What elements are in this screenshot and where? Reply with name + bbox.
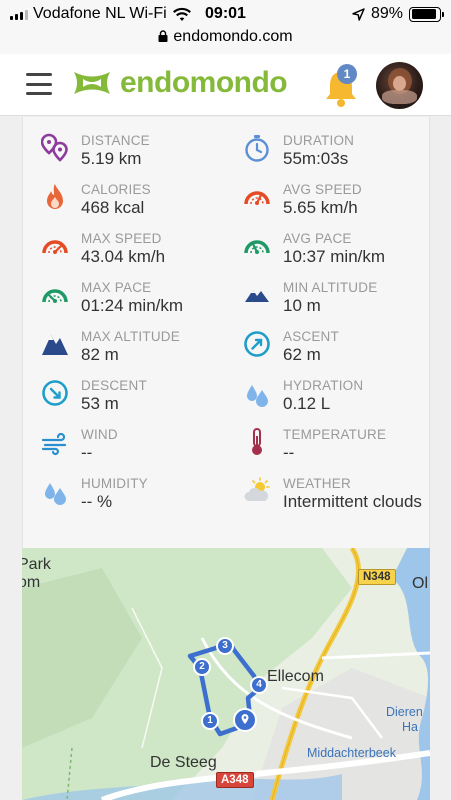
ascent-arrow-icon	[244, 331, 270, 357]
stat-label: DURATION	[283, 133, 355, 148]
distance-pins-icon	[41, 133, 68, 162]
stat-avg-speed: AVG SPEED 5.65 km/h	[243, 182, 433, 226]
stat-label: MAX ALTITUDE	[81, 329, 180, 344]
map-label-park: Park	[22, 556, 51, 573]
stat-descent: DESCENT 53 m	[41, 378, 231, 422]
stat-distance: DISTANCE 5.19 km	[41, 133, 231, 177]
stat-value: 468 kcal	[81, 198, 145, 217]
stat-label: TEMPERATURE	[283, 427, 387, 442]
stat-value: 5.19 km	[81, 149, 142, 168]
water-drops-icon	[45, 483, 66, 505]
map-label-de-steeg: De Steeg	[150, 754, 217, 771]
stopwatch-icon	[245, 135, 269, 162]
stat-weather: WEATHER Intermittent clouds	[243, 476, 433, 536]
route-marker-2[interactable]: 2	[193, 658, 211, 676]
stat-value: Intermittent clouds	[283, 492, 422, 511]
stat-value: 01:24 min/km	[81, 296, 184, 315]
map-label-middachterbeek: Middachterbeek	[307, 746, 396, 760]
under-armour-icon	[74, 72, 110, 94]
location-arrow-icon	[352, 7, 365, 21]
stat-value: 10 m	[283, 296, 321, 315]
stat-label: ASCENT	[283, 329, 339, 344]
stat-label: DESCENT	[81, 378, 147, 393]
stat-label: MAX SPEED	[81, 231, 162, 246]
map-label-ha: Ha	[402, 720, 418, 734]
stat-label: WEATHER	[283, 476, 351, 491]
stat-hydration: HYDRATION 0.12 L	[243, 378, 433, 422]
menu-icon[interactable]	[26, 73, 52, 95]
map-label-ol: Ol	[412, 575, 428, 592]
status-right: 89%	[352, 5, 444, 23]
stat-ascent: ASCENT 62 m	[243, 329, 433, 373]
stat-label: HUMIDITY	[81, 476, 148, 491]
notification-badge[interactable]: 1	[337, 64, 357, 84]
stat-label: WIND	[81, 427, 118, 442]
stat-value: 55m:03s	[283, 149, 349, 168]
stat-avg-pace: AVG PACE 10:37 min/km	[243, 231, 433, 275]
lock-icon	[158, 30, 168, 42]
stat-label: MAX PACE	[81, 280, 152, 295]
stat-wind: WIND --	[41, 427, 231, 471]
wind-icon	[41, 432, 67, 456]
stat-label: MIN ALTITUDE	[283, 280, 378, 295]
water-drops-icon	[247, 385, 268, 407]
stat-value: 5.65 km/h	[283, 198, 358, 217]
stat-value: --	[81, 443, 93, 462]
flame-icon	[47, 184, 63, 209]
road-badge-n348: N348	[358, 569, 396, 585]
url-bar[interactable]: endomondo.com	[0, 28, 451, 54]
avatar[interactable]	[376, 62, 423, 109]
status-bar: Vodafone NL Wi-Fi 09:01 89%	[0, 0, 451, 28]
thermometer-icon	[252, 428, 262, 455]
map-label-ellecom: Ellecom	[267, 668, 324, 685]
workout-stats-card: DISTANCE 5.19 km DURATION 55m:03s CALORI…	[22, 117, 430, 548]
stat-value: 53 m	[81, 394, 119, 413]
stat-max-altitude: MAX ALTITUDE 82 m	[41, 329, 231, 373]
route-marker-3[interactable]: 3	[216, 637, 234, 655]
stat-duration: DURATION 55m:03s	[243, 133, 433, 177]
stat-value: -- %	[81, 492, 113, 511]
battery-icon	[409, 6, 444, 22]
stat-temperature: TEMPERATURE --	[243, 427, 433, 471]
stat-humidity: HUMIDITY -- %	[41, 476, 231, 520]
map-label-dieren: Dieren	[386, 705, 423, 719]
mountain-low-icon	[245, 290, 269, 302]
stat-value: 10:37 min/km	[283, 247, 386, 266]
road-badge-a348: A348	[216, 772, 254, 788]
stat-min-altitude: MIN ALTITUDE 10 m	[243, 280, 433, 324]
battery-percent: 89%	[370, 5, 403, 22]
url-text: endomondo.com	[173, 28, 293, 45]
stat-label: HYDRATION	[283, 378, 364, 393]
stat-label: AVG SPEED	[283, 182, 362, 197]
partly-cloudy-icon	[244, 477, 270, 501]
stat-label: AVG PACE	[283, 231, 352, 246]
stat-calories: CALORIES 468 kcal	[41, 182, 231, 226]
stat-max-speed: MAX SPEED 43.04 km/h	[41, 231, 231, 275]
logo-text: endomondo	[120, 66, 288, 99]
endomondo-logo[interactable]: endomondo	[70, 66, 288, 100]
map-label-om: om	[22, 574, 41, 591]
stat-value: 43.04 km/h	[81, 247, 166, 266]
route-end-pin-icon[interactable]	[233, 708, 257, 734]
stat-value: 0.12 L	[283, 394, 331, 413]
pace-gauge-icon	[244, 240, 270, 254]
battery-level-fill	[411, 9, 436, 19]
mountain-high-icon	[42, 335, 68, 355]
stat-value: 82 m	[81, 345, 119, 364]
speedometer-icon	[244, 191, 270, 205]
map-background	[22, 548, 430, 800]
stat-value: --	[283, 443, 295, 462]
descent-arrow-icon	[42, 380, 68, 406]
route-map[interactable]: Park om Ellecom De Steeg Middachterbeek …	[22, 548, 430, 800]
speedometer-icon	[42, 240, 68, 254]
stat-label: CALORIES	[81, 182, 151, 197]
pace-gauge-icon	[42, 289, 68, 303]
route-marker-4[interactable]: 4	[250, 676, 268, 694]
stat-label: DISTANCE	[81, 133, 150, 148]
stat-value: 62 m	[283, 345, 321, 364]
route-marker-1[interactable]: 1	[201, 712, 219, 730]
stat-max-pace: MAX PACE 01:24 min/km	[41, 280, 231, 324]
